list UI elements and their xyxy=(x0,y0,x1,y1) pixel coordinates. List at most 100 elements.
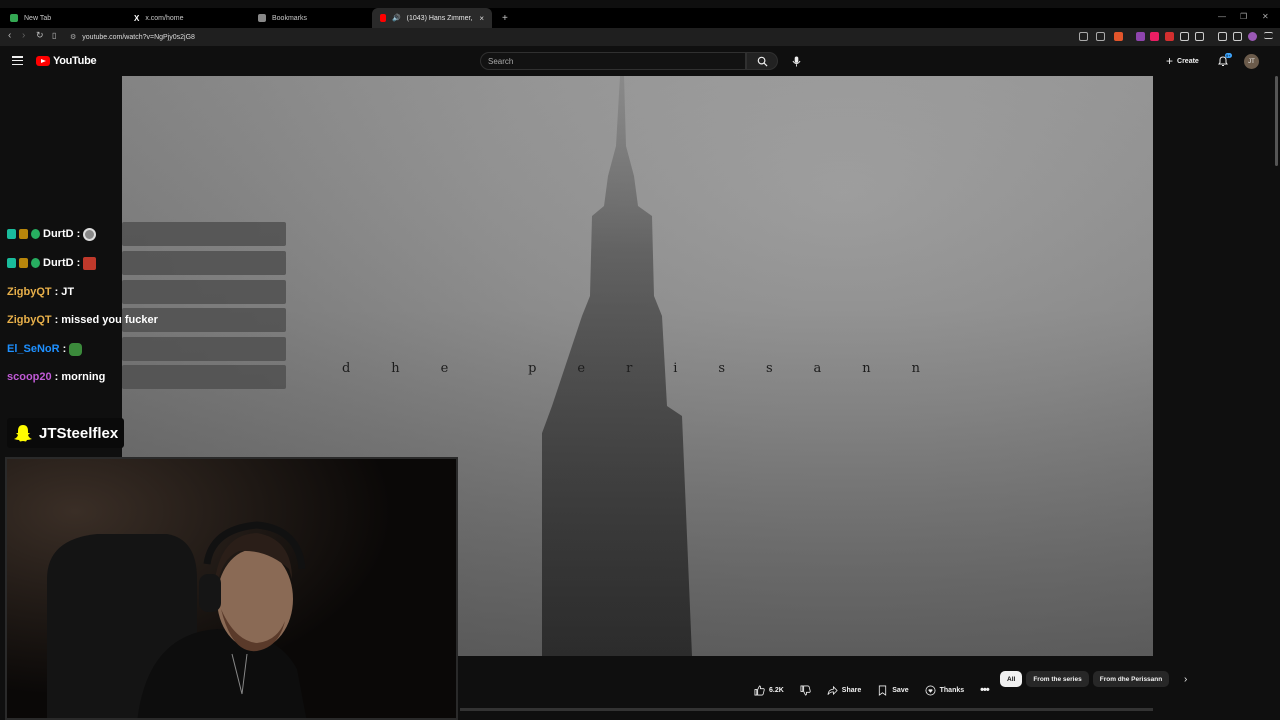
address-bar[interactable]: ⚙ youtube.com/watch?v=NgPjy0s2jG8 xyxy=(70,30,1080,44)
recommendation-filter-chips: All From the series From dhe Perissann xyxy=(1000,671,1170,687)
brave-shield-icon[interactable] xyxy=(1114,32,1123,41)
plus-icon: + xyxy=(1166,54,1174,68)
tab-label: (1043) Hans Zimmer, Max Ri xyxy=(406,14,474,22)
video-actions-bar: 6.2K Share Save Thanks ••• xyxy=(750,682,993,698)
chat-row-background xyxy=(122,365,286,389)
chat-username: DurtD xyxy=(43,257,74,269)
chat-message: ZigbyQT: JT xyxy=(7,280,74,304)
chat-message: DurtD: xyxy=(7,222,97,246)
bookmark-page-icon[interactable]: ▯ xyxy=(52,31,56,40)
browser-tab-strip: New Tab X x.com/home Bookmarks 🔊 (1043) … xyxy=(0,8,1280,28)
account-avatar[interactable]: JT xyxy=(1244,54,1259,69)
chat-colon: : xyxy=(54,371,59,383)
new-tab-button[interactable]: + xyxy=(494,8,516,28)
page-scrollbar[interactable] xyxy=(1275,76,1278,166)
save-label: Save xyxy=(892,686,909,694)
chat-message: DurtD: xyxy=(7,251,97,275)
profile-extension-icon[interactable] xyxy=(1248,32,1257,41)
hamburger-menu-icon[interactable] xyxy=(12,56,23,66)
subscriber-badge-icon xyxy=(7,258,16,268)
extensions-puzzle-icon[interactable] xyxy=(1195,32,1204,41)
reload-icon[interactable]: ↻ xyxy=(36,30,44,41)
youtube-favicon-icon xyxy=(380,14,386,22)
voice-search-button[interactable] xyxy=(788,53,804,69)
sidebar-icon[interactable] xyxy=(1233,32,1242,41)
extension-red-icon[interactable] xyxy=(1165,32,1174,41)
chat-message: El_SeNoR: xyxy=(7,337,83,361)
site-info-icon[interactable]: ⚙ xyxy=(70,33,76,41)
forward-icon[interactable]: › xyxy=(22,30,25,41)
browser-tab-x[interactable]: X x.com/home xyxy=(126,8,248,28)
video-overlay-text: d h e p e r i s s a n n xyxy=(342,361,922,376)
back-icon[interactable]: ‹ xyxy=(8,30,11,41)
youtube-play-logo-icon xyxy=(36,56,50,66)
snapchat-username: JTSteelflex xyxy=(39,424,119,442)
overlay-letter: r xyxy=(626,361,635,376)
minimize-icon[interactable]: — xyxy=(1218,12,1226,21)
chat-colon: : xyxy=(54,286,59,298)
overlay-letter: p xyxy=(528,361,539,376)
bookmark-save-icon xyxy=(879,685,887,696)
browser-tab-youtube[interactable]: 🔊 (1043) Hans Zimmer, Max Ri × xyxy=(372,8,492,28)
cast-icon[interactable] xyxy=(1079,32,1088,41)
search-placeholder: Search xyxy=(488,56,514,66)
save-button[interactable]: Save xyxy=(873,682,912,698)
youtube-logo[interactable]: YouTube xyxy=(36,55,97,67)
chat-text: missed you fucker xyxy=(61,314,158,326)
chip-from-the-series[interactable]: From the series xyxy=(1026,671,1089,687)
create-label: Create xyxy=(1177,57,1199,65)
chat-username: ZigbyQT xyxy=(7,314,52,326)
subscriber-badge-icon xyxy=(7,229,16,239)
chat-username: El_SeNoR xyxy=(7,343,60,355)
overlay-letter: n xyxy=(862,361,873,376)
dislike-button[interactable] xyxy=(796,682,815,698)
media-icon[interactable] xyxy=(1218,32,1227,41)
overlay-letter: s xyxy=(765,361,775,376)
speaker-icon: 🔊 xyxy=(391,15,401,22)
youtube-logo-text: YouTube xyxy=(53,55,97,67)
more-actions-button[interactable]: ••• xyxy=(976,682,993,698)
microphone-icon xyxy=(792,56,800,66)
overlay-letter: d xyxy=(342,361,353,376)
tab-label: New Tab xyxy=(24,14,52,22)
snapchat-ghost-icon xyxy=(14,425,32,442)
chat-username: DurtD xyxy=(43,228,74,240)
chat-row-background xyxy=(122,280,286,304)
chat-username: ZigbyQT xyxy=(7,286,52,298)
like-button[interactable]: 6.2K xyxy=(750,682,788,698)
close-window-icon[interactable]: ✕ xyxy=(1262,12,1269,21)
extension-pen-icon[interactable] xyxy=(1180,32,1189,41)
close-tab-icon[interactable]: × xyxy=(479,14,484,23)
share-button[interactable]: Share xyxy=(823,682,865,698)
recommendations-divider xyxy=(460,708,1153,711)
pepe-emote-icon xyxy=(69,342,83,356)
browser-menu-icon[interactable] xyxy=(1264,32,1273,39)
extension-x-icon[interactable] xyxy=(1150,32,1159,41)
chrome-newtab-icon xyxy=(10,14,18,22)
browser-tab-new-tab[interactable]: New Tab xyxy=(2,8,124,28)
chat-emote-icon xyxy=(83,227,97,241)
chat-emote-icon xyxy=(83,256,97,270)
chat-row-background xyxy=(122,251,286,275)
thanks-button[interactable]: Thanks xyxy=(921,682,969,698)
gift-badge-icon xyxy=(31,229,40,239)
create-button[interactable]: + Create xyxy=(1162,54,1203,68)
search-button[interactable] xyxy=(746,52,778,70)
thanks-label: Thanks xyxy=(939,686,965,694)
chevron-right-icon[interactable]: › xyxy=(1184,674,1187,685)
chat-text: morning xyxy=(61,371,106,383)
tier-badge-icon xyxy=(19,258,28,268)
chip-from-dhe-perissann[interactable]: From dhe Perissann xyxy=(1092,671,1170,687)
browser-tab-bookmarks[interactable]: Bookmarks xyxy=(250,8,372,28)
x-logo-icon: X xyxy=(134,13,140,23)
search-input[interactable]: Search xyxy=(480,52,746,70)
chip-all[interactable]: All xyxy=(1000,671,1023,687)
overlay-letter: e xyxy=(440,361,451,376)
restore-icon[interactable]: ❐ xyxy=(1240,12,1247,21)
share-page-icon[interactable] xyxy=(1096,32,1105,41)
extension-purple-icon[interactable] xyxy=(1136,32,1145,41)
streamer-webcam xyxy=(5,457,458,720)
share-arrow-icon xyxy=(827,685,838,695)
tier-badge-icon xyxy=(19,229,28,239)
chat-row-background xyxy=(122,337,286,361)
